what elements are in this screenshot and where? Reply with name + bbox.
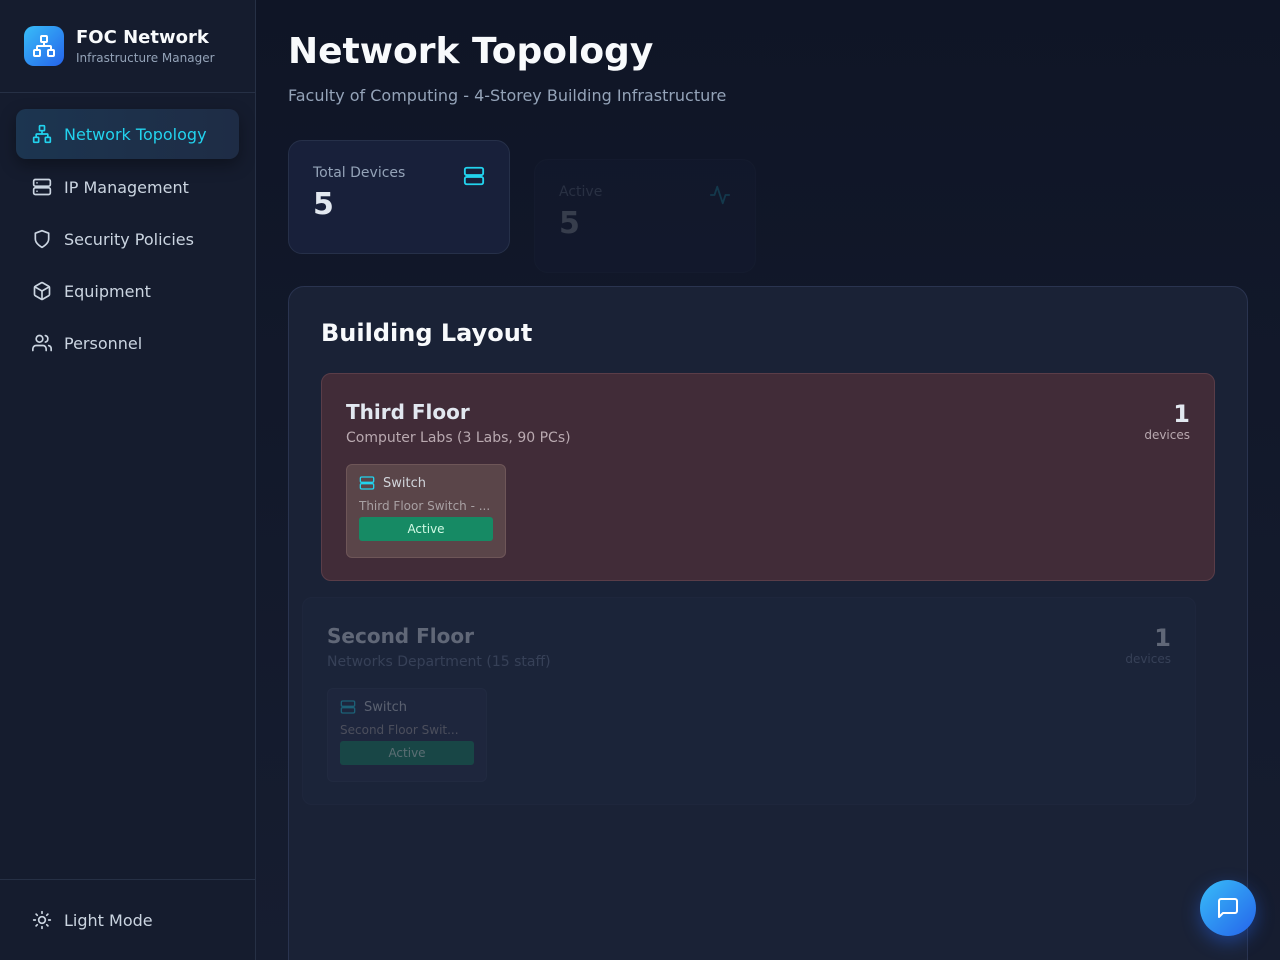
main-content: Network Topology Faculty of Computing - … [256,0,1280,960]
floor-card-second[interactable]: Second Floor Networks Department (15 sta… [302,597,1196,805]
sidebar-footer: Light Mode [0,879,255,960]
floor-count-number: 1 [1173,400,1190,428]
sun-icon [32,910,52,930]
page-title: Network Topology [288,31,654,72]
floor-name: Third Floor [346,400,470,424]
device-name: Second Floor Swit... [340,723,459,737]
brand-title: FOC Network [76,27,209,48]
server-icon [32,178,52,196]
device-card[interactable]: Switch Third Floor Switch - ... Active [346,464,506,558]
network-icon [32,124,52,144]
stat-card-total-devices: Total Devices 5 [288,140,510,254]
server-icon [463,166,485,186]
sidebar-item-security-policies[interactable]: Security Policies [16,215,239,263]
floor-count-unit: devices [1125,652,1171,666]
stat-card-active: Active 5 [534,159,756,273]
device-type-label: Switch [383,475,426,491]
package-icon [33,281,51,301]
building-layout-panel: Building Layout Third Floor Computer Lab… [288,286,1248,960]
floor-name: Second Floor [327,624,474,648]
sidebar-item-label: IP Management [64,177,189,197]
sidebar-item-label: Personnel [64,333,143,353]
floor-description: Computer Labs (3 Labs, 90 PCs) [346,430,571,446]
sidebar-item-ip-management[interactable]: IP Management [16,163,239,211]
sidebar-item-label: Security Policies [64,229,194,249]
sidebar-item-network-topology[interactable]: Network Topology [16,109,239,159]
brand-subtitle: Infrastructure Manager [76,51,215,65]
sidebar-nav: Network Topology IP Management Security … [0,93,255,879]
device-type-label: Switch [364,699,407,715]
server-icon [340,700,356,714]
light-mode-label: Light Mode [64,910,153,930]
activity-icon [709,185,731,205]
users-icon [32,334,52,352]
floor-count-number: 1 [1154,624,1171,652]
floor-count-unit: devices [1144,428,1190,442]
sidebar: FOC Network Infrastructure Manager Netwo… [0,0,256,960]
device-type: Switch [340,699,474,715]
device-type: Switch [359,475,493,491]
sidebar-item-personnel[interactable]: Personnel [16,319,239,367]
sidebar-item-label: Equipment [64,281,151,301]
floor-description: Networks Department (15 staff) [327,654,551,670]
network-logo-icon [24,26,64,66]
server-icon [359,476,375,490]
device-card[interactable]: Switch Second Floor Swit... Active [327,688,487,782]
stat-label: Active [559,184,603,200]
status-badge: Active [359,517,493,541]
stat-label: Total Devices [313,165,406,181]
building-layout-title: Building Layout [321,319,533,347]
light-mode-toggle[interactable]: Light Mode [16,896,239,944]
floor-card-third[interactable]: Third Floor Computer Labs (3 Labs, 90 PC… [321,373,1215,581]
sidebar-item-label: Network Topology [64,124,207,144]
app: FOC Network Infrastructure Manager Netwo… [0,0,1280,960]
chat-icon [1218,898,1238,918]
chat-button[interactable] [1200,880,1256,936]
sidebar-item-equipment[interactable]: Equipment [16,267,239,315]
floor-device-count: 1 devices [1125,624,1171,666]
status-badge: Active [340,741,474,765]
stats-row: Total Devices 5 Active 5 [288,140,1248,273]
brand: FOC Network Infrastructure Manager [0,0,255,93]
stat-value: 5 [559,206,580,241]
page-subtitle: Faculty of Computing - 4-Storey Building… [288,86,727,105]
device-name: Third Floor Switch - ... [359,499,491,513]
floor-device-count: 1 devices [1144,400,1190,442]
stat-value: 5 [313,187,334,222]
shield-icon [34,229,50,249]
